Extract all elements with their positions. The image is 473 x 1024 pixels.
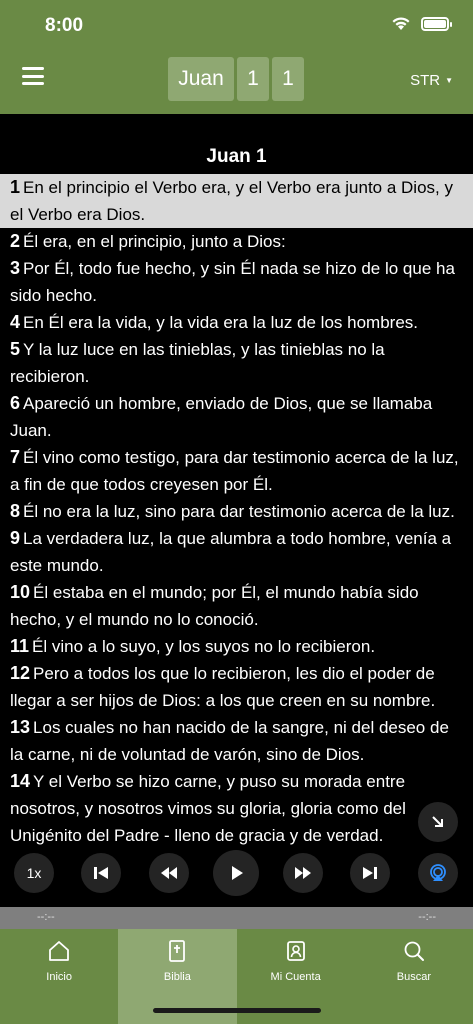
- remaining-time: --:--: [418, 911, 436, 923]
- status-time: 8:00: [45, 15, 84, 36]
- verse-text: Y la luz luce en las tinieblas, y las ti…: [10, 340, 385, 386]
- chapter-button[interactable]: 1: [237, 57, 269, 101]
- verse-number: 4: [10, 312, 21, 332]
- verse-text: Él era, en el principio, junto a Dios:: [23, 232, 286, 251]
- play-button[interactable]: [213, 850, 259, 896]
- home-indicator: [153, 1008, 321, 1013]
- verse-number: 1: [10, 177, 21, 197]
- skip-back-icon: [94, 867, 108, 879]
- audio-player: 1x: [0, 845, 473, 905]
- elapsed-time: --:--: [37, 911, 55, 923]
- airplay-button[interactable]: [418, 853, 458, 893]
- verse-number: 5: [10, 339, 21, 359]
- verse-number: 9: [10, 528, 21, 548]
- verse-text: Apareció un hombre, enviado de Dios, que…: [10, 394, 433, 440]
- chapter-title: Juan 1: [206, 146, 267, 167]
- rewind-icon: [161, 867, 177, 879]
- verse-text: Él no era la luz, sino para dar testimon…: [23, 502, 455, 521]
- expand-icon[interactable]: [418, 802, 458, 842]
- verse-number: 12: [10, 663, 31, 683]
- verse-number: 10: [10, 582, 31, 602]
- verse[interactable]: 14 Y el Verbo se hizo carne, y puso su mo…: [10, 768, 464, 849]
- verse[interactable]: 13 Los cuales no han nacido de la sangre,…: [10, 714, 464, 768]
- verse-list: 1 En el principio el Verbo era, y el Verb…: [0, 174, 473, 849]
- version-selector[interactable]: STR ▼: [410, 72, 453, 89]
- verse-number: 6: [10, 393, 21, 413]
- verse-number: 3: [10, 258, 21, 278]
- tab-label: Biblia: [163, 971, 191, 983]
- previous-chapter-button[interactable]: [81, 853, 121, 893]
- menu-icon[interactable]: [22, 67, 44, 85]
- verse-text: Pero a todos los que lo recibieron, les …: [10, 664, 436, 710]
- rewind-button[interactable]: [149, 853, 189, 893]
- verse-text: En el principio el Verbo era, y el Verbo…: [10, 178, 453, 224]
- verse[interactable]: 4 En Él era la vida, y la vida era la luz…: [10, 309, 464, 336]
- progress-scrubber[interactable]: --:-- --:--: [0, 907, 473, 929]
- book-button[interactable]: Juan: [168, 57, 234, 101]
- verse[interactable]: 9 La verdadera luz, la que alumbra a todo…: [10, 525, 464, 579]
- account-icon: [286, 941, 305, 961]
- verse-number: 13: [10, 717, 31, 737]
- passage-selector: Juan 1 1: [168, 57, 304, 101]
- verse-number: 8: [10, 501, 21, 521]
- verse-text: Y el Verbo se hizo carne, y puso su mora…: [10, 772, 406, 845]
- verse-number: 7: [10, 447, 21, 467]
- battery-icon: [421, 16, 452, 31]
- verse-text: La verdadera luz, la que alumbra a todo …: [10, 529, 452, 575]
- fast-forward-button[interactable]: [283, 853, 323, 893]
- wifi-icon: [392, 17, 410, 30]
- verse-number: 2: [10, 231, 21, 251]
- verse[interactable]: 7 Él vino como testigo, para dar testimon…: [10, 444, 464, 498]
- verse[interactable]: 11 Él vino a lo suyo, y los suyos no lo r…: [10, 633, 464, 660]
- airplay-icon: [430, 864, 446, 881]
- tab-label: Mi Cuenta: [270, 971, 321, 983]
- verse[interactable]: 3 Por Él, todo fue hecho, y sin Él nada s…: [10, 255, 464, 309]
- verse[interactable]: 8 Él no era la luz, sino para dar testimo…: [10, 498, 464, 525]
- bible-icon: [169, 940, 186, 962]
- verse[interactable]: 2 Él era, en el principio, junto a Dios:: [10, 228, 464, 255]
- verse-text: Los cuales no han nacido de la sangre, n…: [10, 718, 449, 764]
- verse-button[interactable]: 1: [272, 57, 304, 101]
- verse-number: 11: [10, 636, 30, 656]
- status-icons: [391, 16, 452, 31]
- verse-text: Por Él, todo fue hecho, y sin Él nada se…: [10, 259, 455, 305]
- tab-label: Buscar: [396, 971, 431, 983]
- verse-text: En Él era la vida, y la vida era la luz …: [23, 313, 418, 332]
- home-icon: [49, 941, 70, 961]
- tab-buscar[interactable]: Buscar: [355, 929, 473, 1024]
- tab-label: Inicio: [46, 971, 72, 983]
- fast-forward-icon: [295, 867, 311, 879]
- verse-text: Él vino a lo suyo, y los suyos no lo rec…: [32, 637, 376, 656]
- verse[interactable]: 6 Apareció un hombre, enviado de Dios, qu…: [10, 390, 464, 444]
- verse-number: 14: [10, 771, 31, 791]
- play-icon: [232, 866, 243, 880]
- verse[interactable]: 5Y la luz luce en las tinieblas, y las t…: [10, 336, 464, 390]
- verse-text: Él vino como testigo, para dar testimoni…: [10, 448, 459, 494]
- caret-down-icon: ▼: [445, 76, 453, 85]
- skip-forward-icon: [363, 867, 377, 879]
- next-chapter-button[interactable]: [350, 853, 390, 893]
- reader-content[interactable]: Juan 1 1 En el principio el Verbo era, y …: [0, 114, 473, 910]
- search-icon: [404, 941, 424, 961]
- speed-button[interactable]: 1x: [14, 853, 54, 893]
- verse[interactable]: 1 En el principio el Verbo era, y el Verb…: [0, 174, 473, 228]
- header: 8:00 Juan 1 1 STR ▼: [0, 0, 473, 114]
- verse[interactable]: 12 Pero a todos los que lo recibieron, le…: [10, 660, 464, 714]
- version-label: STR: [410, 72, 441, 89]
- verse[interactable]: 10 Él estaba en el mundo; por Él, el mund…: [10, 579, 464, 633]
- tab-inicio[interactable]: Inicio: [0, 929, 118, 1024]
- verse-text: Él estaba en el mundo; por Él, el mundo …: [10, 583, 419, 629]
